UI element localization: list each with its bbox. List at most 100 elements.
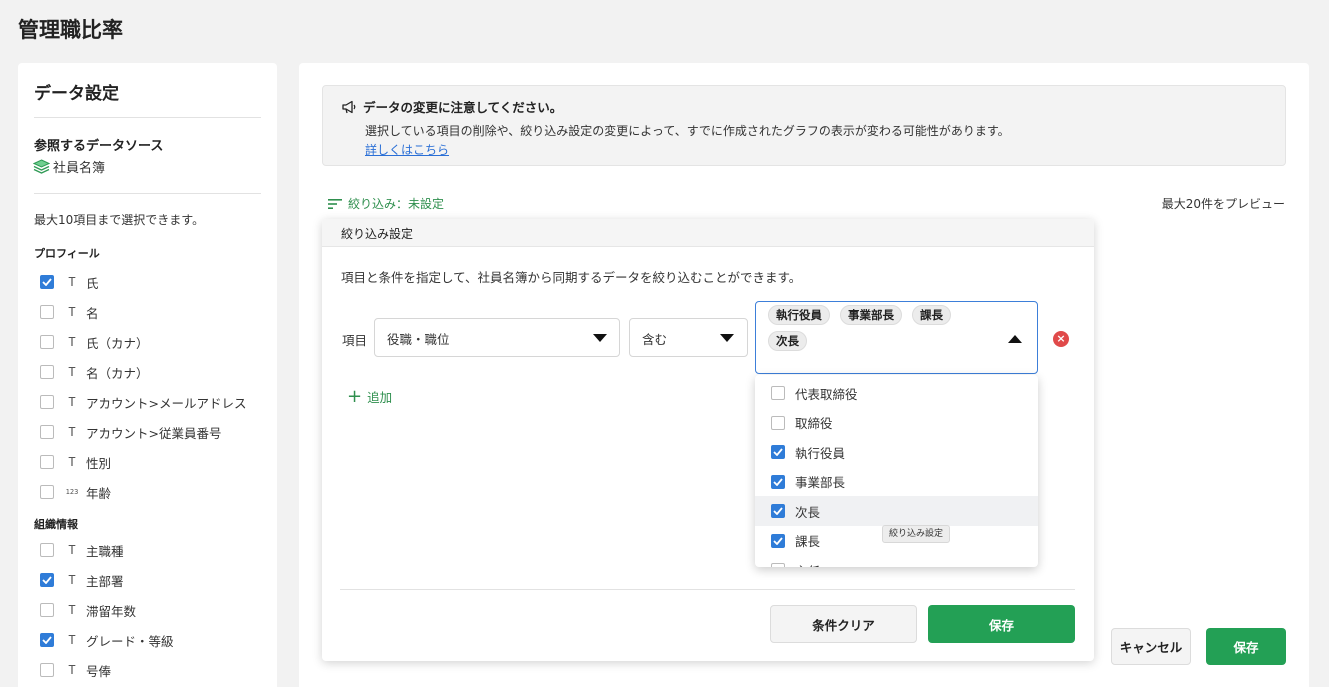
preview-limit: 最大20件をプレビュー: [1161, 197, 1285, 211]
field-select-value: 役職・職位: [387, 332, 450, 347]
change-notice: データの変更に注意してください。 選択している項目の削除や、絞り込み設定の変更に…: [322, 85, 1286, 166]
footer-save-button[interactable]: 保存: [1206, 628, 1286, 665]
notice-body: 選択している項目の削除や、絞り込み設定の変更によって、すでに作成されたグラフの表…: [365, 124, 1010, 138]
field-label: 氏: [86, 275, 99, 291]
checkbox-checked[interactable]: [771, 533, 785, 548]
filter-status: 絞り込み：未設定: [348, 197, 445, 211]
dropdown-option[interactable]: 事業部長: [755, 467, 1038, 497]
plus-icon: +: [347, 385, 363, 407]
checkbox-checked[interactable]: [40, 275, 54, 289]
notice-title-row: データの変更に注意してください。: [341, 97, 562, 116]
dialog-title: 絞り込み設定: [341, 227, 414, 241]
dialog-description: 項目と条件を指定して、社員名簿から同期するデータを絞り込むことができます。: [341, 270, 802, 285]
tooltip: 絞り込み設定: [882, 525, 951, 543]
field-row[interactable]: T名: [40, 302, 99, 322]
checkbox[interactable]: [40, 663, 54, 677]
field-label: 名（カナ）: [86, 365, 149, 381]
clear-conditions-button[interactable]: 条件クリア: [770, 605, 917, 643]
field-select[interactable]: 役職・職位: [374, 318, 620, 357]
field-row[interactable]: T 号俸: [40, 660, 111, 680]
checkbox[interactable]: [40, 485, 54, 499]
sidebar-title: データ設定: [34, 84, 119, 104]
dropdown-option-label: 取締役: [795, 416, 833, 431]
text-type-icon: T: [68, 543, 76, 557]
value-chip[interactable]: 課長: [912, 305, 951, 325]
filter-icon: [328, 198, 342, 209]
data-source-name: 社員名簿: [53, 161, 106, 176]
chevron-down-icon: [720, 334, 734, 342]
notice-title: データの変更に注意してください。: [363, 100, 563, 115]
checkbox[interactable]: [40, 603, 54, 617]
field-label: 主職種: [86, 543, 124, 559]
checkbox[interactable]: [771, 563, 785, 567]
text-type-icon: T: [68, 633, 76, 647]
checkbox-checked[interactable]: [771, 504, 785, 518]
value-chip[interactable]: 執行役員: [768, 305, 830, 325]
value-chip[interactable]: 事業部長: [840, 305, 902, 325]
text-type-icon: T: [68, 663, 76, 677]
remove-condition-icon[interactable]: ×: [1053, 331, 1069, 347]
chevron-up-icon: [1008, 335, 1022, 343]
page-title: 管理職比率: [18, 18, 123, 42]
dropdown-option[interactable]: 代表取締役: [755, 378, 1038, 408]
checkbox[interactable]: [40, 425, 54, 439]
text-type-icon: T: [68, 365, 76, 379]
field-label: 性別: [86, 455, 112, 471]
checkbox[interactable]: [771, 386, 785, 400]
dropdown-option[interactable]: 執行役員: [755, 437, 1038, 467]
add-condition-label: 追加: [367, 390, 393, 405]
dropdown-option[interactable]: 取締役: [755, 408, 1038, 438]
field-label: グレード・等級: [86, 633, 174, 649]
cancel-button[interactable]: キャンセル: [1111, 628, 1191, 665]
field-row[interactable]: T 性別: [40, 452, 111, 472]
dialog-header: 絞り込み設定: [322, 219, 1094, 247]
checkbox-checked[interactable]: [40, 633, 54, 647]
field-label: 年齢: [86, 485, 112, 501]
checkbox-checked[interactable]: [771, 474, 785, 489]
checkbox[interactable]: [40, 543, 54, 557]
field-row[interactable]: T グレード・等級: [40, 630, 174, 650]
text-type-icon: T: [68, 425, 76, 439]
dialog-save-button[interactable]: 保存: [928, 605, 1075, 643]
dialog-divider: [340, 589, 1075, 590]
max-items-note: 最大10項目まで選択できます。: [34, 213, 205, 227]
add-condition-button[interactable]: + 追加: [347, 387, 392, 406]
field-row[interactable]: T アカウント>従業員番号: [40, 422, 221, 442]
text-type-icon: T: [68, 305, 76, 319]
text-type-icon: T: [68, 275, 76, 289]
checkbox[interactable]: [771, 415, 785, 430]
dropdown-option-label: 執行役員: [795, 445, 846, 461]
dropdown-option[interactable]: 次長: [755, 496, 1038, 526]
field-row[interactable]: T 主部署: [40, 570, 124, 590]
dropdown-option-label: 事業部長: [795, 475, 846, 490]
value-multiselect[interactable]: 執行役員 事業部長 課長 次長: [755, 301, 1038, 374]
field-row[interactable]: T氏: [40, 272, 99, 292]
checkbox[interactable]: [40, 365, 54, 379]
field-row[interactable]: T アカウント>メールアドレス: [40, 392, 246, 412]
sidebar-divider: [34, 193, 261, 194]
field-row[interactable]: T 名（カナ）: [40, 362, 149, 382]
dropdown-option[interactable]: 主任: [755, 555, 1038, 567]
checkbox[interactable]: [40, 335, 54, 349]
operator-select[interactable]: 含む: [629, 318, 748, 357]
megaphone-icon: [341, 100, 357, 114]
field-row[interactable]: T 氏（カナ）: [40, 332, 149, 352]
section-title-profile: プロフィール: [34, 247, 100, 260]
checkbox[interactable]: [40, 395, 54, 409]
field-row[interactable]: T 滞留年数: [40, 600, 136, 620]
checkbox[interactable]: [40, 305, 54, 319]
text-type-icon: T: [68, 573, 76, 587]
details-link[interactable]: 詳しくはこちら: [365, 141, 449, 158]
field-row[interactable]: T 主職種: [40, 540, 124, 560]
filter-toggle[interactable]: 絞り込み：未設定: [328, 195, 444, 212]
field-row[interactable]: 123 年齢: [40, 482, 111, 502]
field-label: 名: [86, 305, 99, 321]
checkbox-checked[interactable]: [771, 445, 785, 459]
checkbox-checked[interactable]: [40, 573, 54, 587]
checkbox[interactable]: [40, 455, 54, 469]
data-source[interactable]: 社員名簿: [33, 157, 105, 176]
value-chip[interactable]: 次長: [768, 331, 807, 351]
section-title-organization: 組織情報: [34, 518, 78, 531]
field-label: 氏（カナ）: [86, 335, 149, 351]
operator-select-value: 含む: [642, 332, 668, 347]
